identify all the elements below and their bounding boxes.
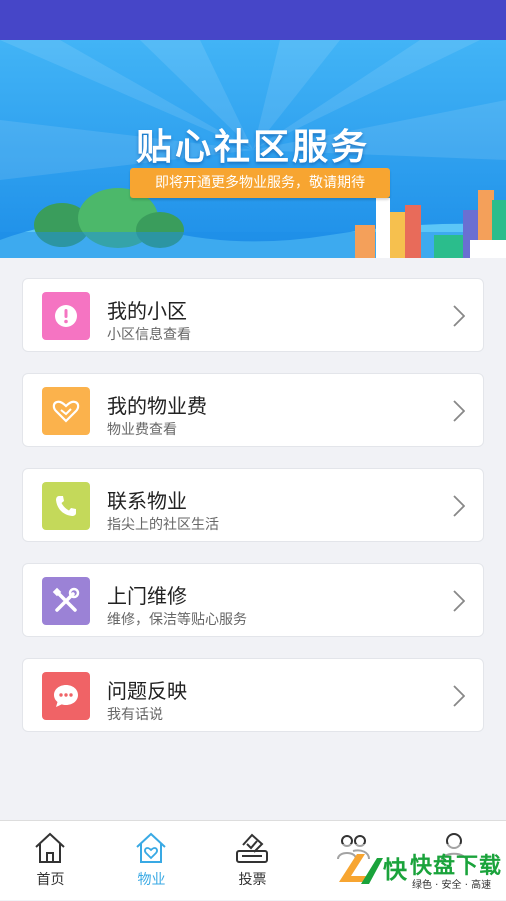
menu-item-title: 我的小区 — [107, 299, 187, 323]
svg-text:快: 快 — [383, 856, 408, 884]
menu-item-my-community[interactable]: 我的小区 小区信息查看 — [22, 278, 484, 352]
menu-item-subtitle: 我有话说 — [107, 707, 163, 723]
chat-bubble-icon — [42, 672, 90, 720]
property-icon — [136, 832, 166, 863]
tab-home[interactable]: 首页 — [0, 821, 101, 901]
menu-item-subtitle: 指尖上的社区生活 — [107, 517, 219, 533]
menu-list: 我的小区 小区信息查看 我的物业费 物业费查看 联系物业 指尖上的社区生活 上门… — [22, 278, 484, 753]
menu-item-title: 上门维修 — [107, 584, 187, 608]
handshake-icon — [42, 387, 90, 435]
alert-icon — [42, 292, 90, 340]
tab-vote[interactable]: 投票 — [202, 821, 303, 901]
home-icon — [35, 832, 65, 863]
chevron-right-icon — [453, 495, 465, 517]
banner: 贴心社区服务 即将开通更多物业服务，敬请期待 — [0, 40, 506, 258]
menu-item-title: 问题反映 — [107, 679, 187, 703]
menu-item-title: 联系物业 — [107, 489, 187, 513]
watermark-tagline: 绿色 · 安全 · 高速 — [412, 880, 492, 891]
menu-item-home-repair[interactable]: 上门维修 维修，保洁等贴心服务 — [22, 563, 484, 637]
menu-item-property-fee[interactable]: 我的物业费 物业费查看 — [22, 373, 484, 447]
chevron-right-icon — [453, 305, 465, 327]
phone-icon — [42, 482, 90, 530]
menu-item-subtitle: 维修，保洁等贴心服务 — [107, 612, 247, 628]
chevron-right-icon — [453, 400, 465, 422]
banner-title: 贴心社区服务 — [135, 127, 370, 168]
menu-item-subtitle: 小区信息查看 — [107, 327, 191, 343]
tab-label: 物业 — [137, 872, 166, 888]
menu-item-title: 我的物业费 — [107, 394, 207, 418]
tab-label: 首页 — [36, 872, 65, 888]
tools-icon — [42, 577, 90, 625]
chevron-right-icon — [453, 685, 465, 707]
banner-subtitle: 即将开通更多物业服务，敬请期待 — [155, 175, 365, 191]
status-bar — [0, 0, 506, 40]
chevron-right-icon — [453, 590, 465, 612]
menu-item-feedback[interactable]: 问题反映 我有话说 — [22, 658, 484, 732]
menu-item-contact-property[interactable]: 联系物业 指尖上的社区生活 — [22, 468, 484, 542]
menu-item-subtitle: 物业费查看 — [107, 422, 177, 438]
tab-label: 投票 — [238, 872, 267, 888]
tab-property[interactable]: 物业 — [101, 821, 202, 901]
vote-icon — [236, 833, 268, 863]
